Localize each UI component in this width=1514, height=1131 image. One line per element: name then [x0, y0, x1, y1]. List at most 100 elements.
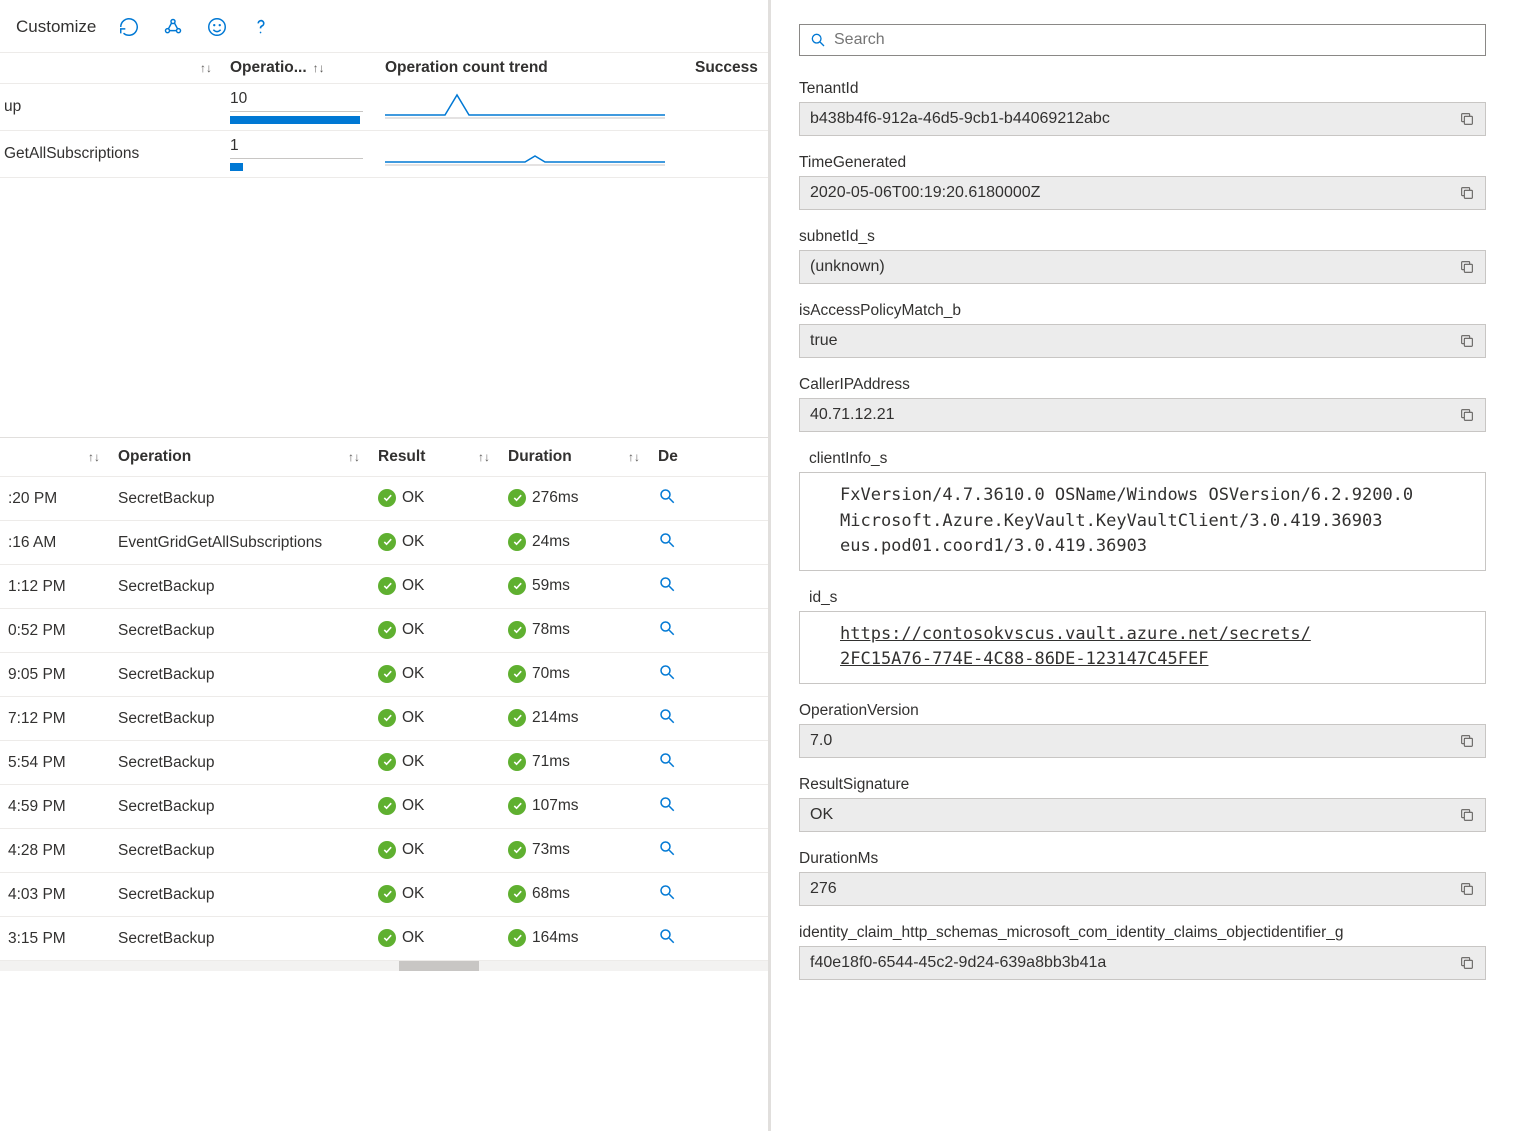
cell-duration: 276ms — [508, 489, 658, 509]
chip-label: 276ms — [532, 489, 579, 507]
cell-result: OK — [378, 797, 508, 817]
cell-result: OK — [378, 621, 508, 641]
toolbar: Customize — [0, 0, 768, 53]
table-row[interactable]: 3:15 PM SecretBackup OK 164ms — [0, 917, 768, 961]
col-trend[interactable]: Operation count trend — [385, 59, 695, 77]
property-value: 276 — [810, 880, 837, 898]
property-field: identity_claim_http_schemas_microsoft_co… — [799, 924, 1486, 980]
property-value-box: 2020-05-06T00:19:20.6180000Z — [799, 176, 1486, 210]
copy-icon[interactable] — [1459, 807, 1475, 823]
sort-icon[interactable]: ↑↓ — [200, 61, 212, 75]
sort-icon[interactable]: ↑↓ — [348, 450, 360, 464]
summary-header: ↑↓ Operatio... ↑↓ Operation count trend … — [0, 53, 768, 84]
cell-duration: 214ms — [508, 709, 658, 729]
property-value-box: 40.71.12.21 — [799, 398, 1486, 432]
copy-icon[interactable] — [1459, 733, 1475, 749]
share-icon[interactable] — [162, 16, 184, 38]
customize-button[interactable]: Customize — [16, 17, 96, 37]
table-row[interactable]: 1:12 PM SecretBackup OK 59ms — [0, 565, 768, 609]
magnify-icon[interactable] — [658, 707, 676, 725]
cell-duration: 71ms — [508, 753, 658, 773]
cell-time: 9:05 PM — [8, 666, 118, 684]
copy-icon[interactable] — [1459, 185, 1475, 201]
left-pane: Customize ↑↓ Operatio... ↑↓ Operation co… — [0, 0, 771, 1131]
col-success-label: Success — [695, 59, 758, 77]
cell-details — [658, 927, 718, 950]
help-icon[interactable] — [250, 16, 272, 38]
cell-details — [658, 751, 718, 774]
table-row[interactable]: 0:52 PM SecretBackup OK 78ms — [0, 609, 768, 653]
copy-icon[interactable] — [1459, 955, 1475, 971]
cell-operation: SecretBackup — [118, 930, 378, 948]
table-row[interactable]: 4:28 PM SecretBackup OK 73ms — [0, 829, 768, 873]
table-row[interactable]: 5:54 PM SecretBackup OK 71ms — [0, 741, 768, 785]
col-result[interactable]: Result ↑↓ — [378, 448, 508, 466]
col-duration[interactable]: Duration ↑↓ — [508, 448, 658, 466]
col-operation[interactable]: Operatio... ↑↓ — [230, 59, 385, 77]
copy-icon[interactable] — [1459, 881, 1475, 897]
cell-time: :16 AM — [8, 534, 118, 552]
chip-label: 73ms — [532, 841, 570, 859]
search-field[interactable] — [834, 31, 1475, 49]
col-success[interactable]: Success — [695, 59, 768, 77]
summary-row[interactable]: up 10 — [0, 84, 768, 131]
property-value-box: true — [799, 324, 1486, 358]
sort-icon[interactable]: ↑↓ — [628, 450, 640, 464]
table-row[interactable]: :16 AM EventGridGetAllSubscriptions OK 2… — [0, 521, 768, 565]
check-icon — [378, 929, 396, 947]
copy-icon[interactable] — [1459, 111, 1475, 127]
chip-label: OK — [402, 841, 424, 859]
horizontal-scrollbar[interactable] — [0, 961, 768, 971]
table-row[interactable]: 4:03 PM SecretBackup OK 68ms — [0, 873, 768, 917]
copy-icon[interactable] — [1459, 333, 1475, 349]
sort-icon[interactable]: ↑↓ — [478, 450, 490, 464]
property-value-box: OK — [799, 798, 1486, 832]
copy-icon[interactable] — [1459, 407, 1475, 423]
chip-label: 59ms — [532, 577, 570, 595]
chip-label: OK — [402, 577, 424, 595]
check-icon — [378, 709, 396, 727]
magnify-icon[interactable] — [658, 531, 676, 549]
property-label: id_s — [809, 589, 1486, 607]
table-row[interactable]: 7:12 PM SecretBackup OK 214ms — [0, 697, 768, 741]
cell-result: OK — [378, 841, 508, 861]
magnify-icon[interactable] — [658, 751, 676, 769]
chip-label: OK — [402, 709, 424, 727]
magnify-icon[interactable] — [658, 575, 676, 593]
panel-fields: TenantIdb438b4f6-912a-46d5-9cb1-b4406921… — [799, 80, 1486, 980]
magnify-icon[interactable] — [658, 883, 676, 901]
feedback-icon[interactable] — [206, 16, 228, 38]
magnify-icon[interactable] — [658, 619, 676, 637]
col-operation[interactable]: Operation ↑↓ — [118, 448, 378, 466]
col-de[interactable]: De — [658, 448, 718, 466]
chip-label: OK — [402, 533, 424, 551]
table-row[interactable]: 4:59 PM SecretBackup OK 107ms — [0, 785, 768, 829]
property-label: CallerIPAddress — [799, 376, 1486, 394]
cell-result: OK — [378, 929, 508, 949]
sort-icon[interactable]: ↑↓ — [88, 450, 100, 464]
refresh-icon[interactable] — [118, 16, 140, 38]
copy-icon[interactable] — [1459, 259, 1475, 275]
cell-details — [658, 619, 718, 642]
table-row[interactable]: :20 PM SecretBackup OK 276ms — [0, 477, 768, 521]
sort-icon[interactable]: ↑↓ — [313, 61, 325, 75]
cell-operation: SecretBackup — [118, 666, 378, 684]
cell-operation: EventGridGetAllSubscriptions — [118, 534, 378, 552]
magnify-icon[interactable] — [658, 839, 676, 857]
magnify-icon[interactable] — [658, 795, 676, 813]
cell-result: OK — [378, 753, 508, 773]
cell-time: 7:12 PM — [8, 710, 118, 728]
magnify-icon[interactable] — [658, 487, 676, 505]
table-row[interactable]: 9:05 PM SecretBackup OK 70ms — [0, 653, 768, 697]
property-label: TenantId — [799, 80, 1486, 98]
cell-operation: SecretBackup — [118, 710, 378, 728]
cell-duration: 78ms — [508, 621, 658, 641]
property-value: f40e18f0-6544-45c2-9d24-639a8bb3b41a — [810, 954, 1106, 972]
magnify-icon[interactable] — [658, 927, 676, 945]
search-input[interactable] — [799, 24, 1486, 56]
check-icon — [378, 665, 396, 683]
summary-row[interactable]: GetAllSubscriptions 1 — [0, 131, 768, 178]
magnify-icon[interactable] — [658, 663, 676, 681]
property-value-plain: FxVersion/4.7.3610.0 OSName/Windows OSVe… — [799, 472, 1486, 571]
cell-operation: SecretBackup — [118, 886, 378, 904]
